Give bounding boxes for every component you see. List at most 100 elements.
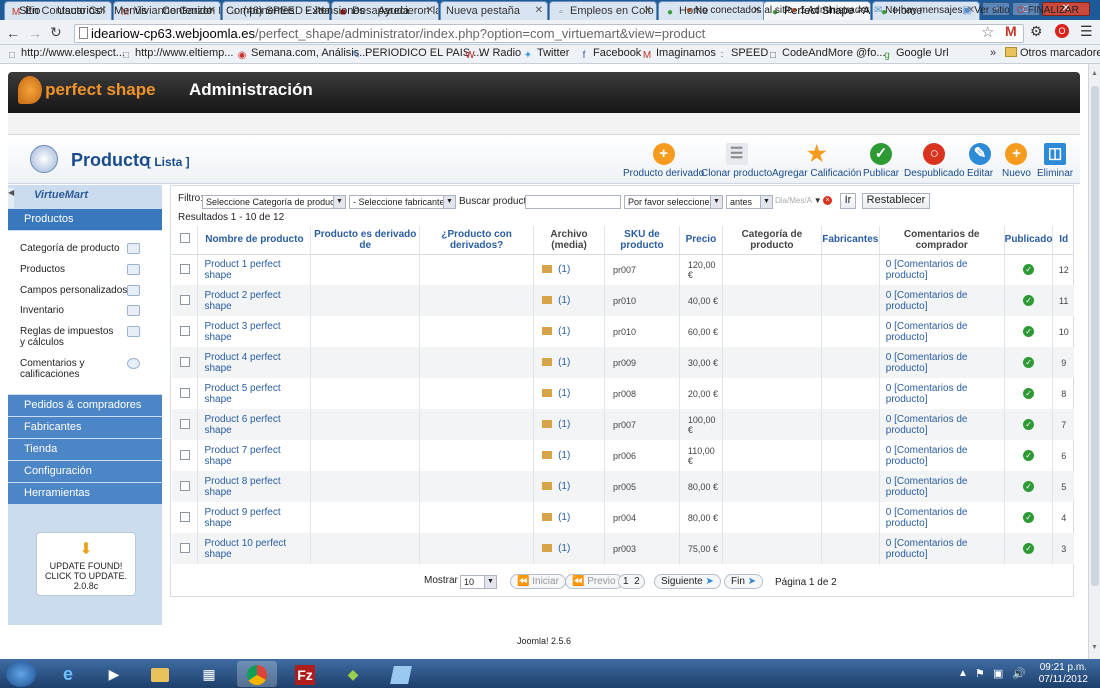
ie-taskbar-icon[interactable]: e xyxy=(48,661,88,687)
scroll-up-icon[interactable]: ▲ xyxy=(1091,70,1098,77)
menu-usuarios[interactable]: Usuarios xyxy=(57,5,100,17)
delete-button[interactable]: ◫ Eliminar xyxy=(1037,143,1073,179)
published-check-icon[interactable]: ✓ xyxy=(1023,481,1035,492)
stack-taskbar-icon[interactable]: ◆ xyxy=(333,661,373,687)
publish-button[interactable]: ✓ Publicar xyxy=(863,143,899,179)
product-name-link[interactable]: Product 8 perfect shape xyxy=(197,471,312,502)
bookmark-item[interactable]: ✦ Twitter xyxy=(522,47,570,62)
date-filter-select[interactable]: Por favor seleccione ▼ xyxy=(624,195,723,209)
product-name-link[interactable]: Product 3 perfect shape xyxy=(197,316,312,347)
row-checkbox[interactable] xyxy=(179,542,190,553)
bookmark-item[interactable]: g Google Url xyxy=(881,47,948,62)
bookmark-item[interactable]: □ http://www.elespect... xyxy=(6,47,125,62)
filezilla-taskbar-icon[interactable]: Fz xyxy=(285,661,325,687)
gmail-icon[interactable]: M xyxy=(1005,23,1017,39)
taskbar-clock[interactable]: 09:21 p.m. 07/11/2012 xyxy=(1039,662,1088,686)
browser-tab[interactable]: Nueva pestaña ✕ xyxy=(440,1,548,20)
published-check-icon[interactable]: ✓ xyxy=(1023,264,1035,276)
logout-link[interactable]: ⏻ FINALIZAR xyxy=(1017,5,1079,16)
bookmark-item[interactable]: □ CodeAndMore @fo... xyxy=(767,47,886,62)
sidebar-item-campos[interactable]: Campos personalizados xyxy=(20,285,127,296)
row-checkbox[interactable] xyxy=(179,418,190,429)
media-link[interactable]: (1) xyxy=(533,285,605,316)
flag-tray-icon[interactable]: ⚑ xyxy=(975,667,985,680)
published-check-icon[interactable]: ✓ xyxy=(1023,295,1035,306)
product-name-link[interactable]: Product 1 perfect shape xyxy=(197,254,312,285)
before-after-select[interactable]: antes ▼ xyxy=(726,195,773,209)
bookmark-item[interactable]: M Imaginamos xyxy=(641,47,716,62)
col-sku[interactable]: SKU de producto xyxy=(604,226,680,255)
product-name-link[interactable]: Product 6 perfect shape xyxy=(197,409,312,440)
comments-link[interactable]: 0 [Comentarios de producto] xyxy=(879,285,1005,316)
row-checkbox[interactable] xyxy=(179,356,190,367)
col-manufacturers[interactable]: Fabricantes xyxy=(821,226,880,255)
app-taskbar-icon[interactable]: ▦ xyxy=(189,661,229,687)
media-link[interactable]: (1) xyxy=(533,471,605,502)
sidebar-item-comentarios[interactable]: Comentarios y calificaciones xyxy=(20,358,100,380)
sidebar-item-reglas[interactable]: Reglas de impuestos y cálculos xyxy=(20,326,120,348)
messages-status[interactable]: ✉ No hay mensajes xyxy=(874,5,962,16)
sidebar-item-productos[interactable]: Productos xyxy=(20,264,65,275)
media-link[interactable]: (1) xyxy=(533,440,605,471)
product-derived-button[interactable]: + Producto derivado xyxy=(623,143,704,179)
go-button[interactable]: Ir xyxy=(840,193,856,209)
category-select[interactable]: Seleccione Categoría de producto ▼ xyxy=(202,195,346,209)
bookmark-item[interactable]: ✎ PERIODICO EL PAIS ... xyxy=(350,47,483,62)
comments-link[interactable]: 0 [Comentarios de producto] xyxy=(879,378,1005,409)
published-check-icon[interactable]: ✓ xyxy=(1023,419,1035,430)
menu-sitio[interactable]: Sitio xyxy=(19,5,40,17)
media-link[interactable]: (1) xyxy=(533,502,605,533)
sidebar-item-inventario[interactable]: Inventario xyxy=(20,305,64,316)
network-tray-icon[interactable]: ▣ xyxy=(993,667,1003,680)
menu-menus[interactable]: Menús xyxy=(114,5,147,17)
start-button[interactable] xyxy=(6,661,36,687)
col-published[interactable]: Publicado xyxy=(1004,226,1054,255)
view-site-link[interactable]: ▣ Ver sitio xyxy=(962,5,1010,16)
bookmark-star-icon[interactable]: ☆ xyxy=(981,23,994,41)
notepad-taskbar-icon[interactable] xyxy=(381,661,421,687)
first-page-button[interactable]: ⏪ Iniciar xyxy=(510,574,566,589)
reset-button[interactable]: Restablecer xyxy=(862,193,930,209)
row-checkbox[interactable] xyxy=(179,263,190,274)
new-button[interactable]: + Nuevo xyxy=(1002,143,1031,179)
reload-icon[interactable]: ↻ xyxy=(50,24,62,41)
comments-link[interactable]: 0 [Comentarios de producto] xyxy=(879,440,1005,471)
perfect-shape-logo[interactable]: perfect shape xyxy=(18,76,156,108)
col-id[interactable]: Id xyxy=(1052,226,1074,255)
page-2-link[interactable]: 2 xyxy=(634,576,640,587)
sidebar-section-herramientas[interactable]: Herramientas xyxy=(8,483,162,504)
media-link[interactable]: (1) xyxy=(533,347,605,378)
product-name-link[interactable]: Product 10 perfect shape xyxy=(197,533,312,564)
product-name-link[interactable]: Product 7 perfect shape xyxy=(197,440,312,471)
media-link[interactable]: (1) xyxy=(533,316,605,347)
comments-link[interactable]: 0 [Comentarios de producto] xyxy=(879,502,1005,533)
media-player-taskbar-icon[interactable]: ▶ xyxy=(94,661,134,687)
close-tab-icon[interactable]: ✕ xyxy=(535,5,543,16)
sidebar-section-tienda[interactable]: Tienda xyxy=(8,439,162,460)
page-numbers[interactable]: 1 2 xyxy=(618,574,645,589)
browser-tab[interactable]: ▫ Empleos en Colo ✕ xyxy=(549,1,657,20)
menu-contenido[interactable]: Contenido xyxy=(162,5,212,17)
date-input[interactable]: Dia/Mes/A ▼ xyxy=(775,196,821,205)
col-price[interactable]: Precio xyxy=(679,226,723,255)
media-link[interactable]: (1) xyxy=(533,533,605,564)
sidebar-section-configuracion[interactable]: Configuración xyxy=(8,461,162,482)
comments-link[interactable]: 0 [Comentarios de producto] xyxy=(879,471,1005,502)
bookmark-item[interactable]: ◉ Semana.com, Análisis... xyxy=(236,47,369,62)
select-all-checkbox[interactable] xyxy=(179,233,190,244)
product-name-link[interactable]: Product 9 perfect shape xyxy=(197,502,312,533)
row-checkbox[interactable] xyxy=(179,480,190,491)
bookmark-item[interactable]: f Facebook xyxy=(578,47,642,62)
close-tab-icon[interactable]: ✕ xyxy=(426,5,434,16)
collapse-sidebar-icon[interactable]: ◀ xyxy=(8,188,14,208)
published-check-icon[interactable]: ✓ xyxy=(1023,450,1035,461)
prev-page-button[interactable]: ⏪ Previo xyxy=(565,574,623,589)
row-checkbox[interactable] xyxy=(179,325,190,336)
menu-ayuda[interactable]: Ayuda xyxy=(378,5,409,17)
page-size-select[interactable]: 10 ▼ xyxy=(460,575,497,589)
row-checkbox[interactable] xyxy=(179,387,190,398)
row-checkbox[interactable] xyxy=(179,511,190,522)
last-page-button[interactable]: Fin ➤ xyxy=(724,574,764,589)
add-rating-button[interactable]: ★ Agregar Calificación xyxy=(772,143,862,180)
update-notice[interactable]: ⬇ UPDATE FOUND! CLICK TO UPDATE. 2.0.8c xyxy=(36,532,136,596)
